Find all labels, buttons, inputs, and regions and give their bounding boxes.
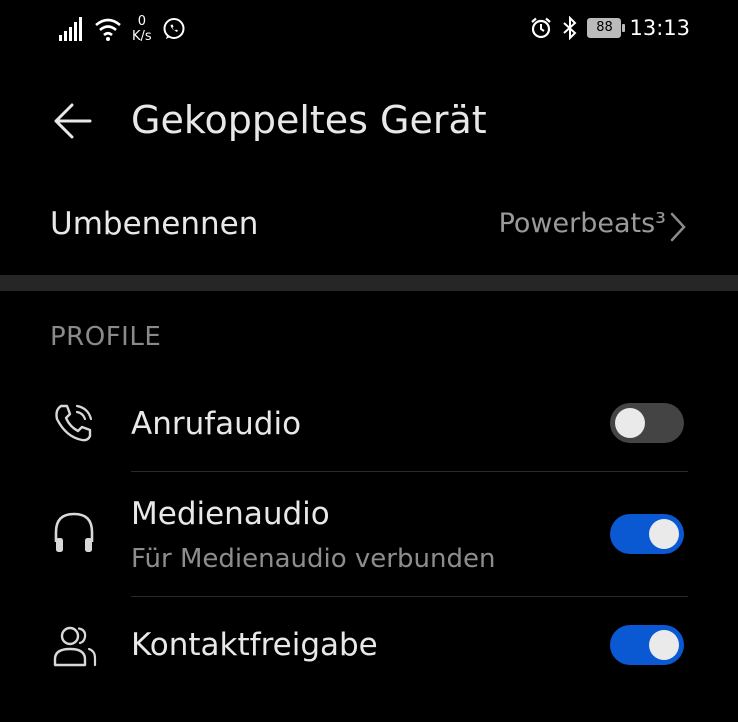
- profile-label: Kontaktfreigabe: [131, 627, 378, 663]
- back-button[interactable]: [50, 100, 96, 142]
- net-speed-unit: K/s: [132, 29, 152, 44]
- toggle-medienaudio[interactable]: [610, 514, 684, 554]
- contacts-icon: [53, 626, 97, 667]
- toggle-knob: [649, 519, 679, 549]
- device-name-value: Powerbeats³: [498, 208, 666, 239]
- profile-subtitle: Für Medienaudio verbunden: [131, 544, 496, 574]
- clock: 13:13: [629, 16, 690, 40]
- net-speed: 0 K/s: [132, 14, 152, 44]
- profile-label: Anrufaudio: [131, 406, 302, 442]
- phone-icon: [55, 404, 93, 442]
- profile-row-kontaktfreigabe: Kontaktfreigabe: [0, 597, 738, 697]
- net-speed-value: 0: [137, 14, 146, 29]
- status-bar-left: 0 K/s: [58, 14, 186, 44]
- arrow-left-icon: [54, 103, 92, 139]
- section-title-profile: PROFILE: [50, 322, 162, 352]
- rename-label: Umbenennen: [50, 206, 259, 242]
- toggle-kontaktfreigabe[interactable]: [610, 625, 684, 665]
- status-bar: 0 K/s 88 13:13: [0, 0, 738, 64]
- wifi-icon: [95, 18, 121, 41]
- battery-level: 88: [596, 20, 613, 35]
- toggle-anrufaudio[interactable]: [610, 403, 684, 443]
- status-bar-right: 88 13:13: [529, 16, 690, 40]
- toggle-knob: [649, 630, 679, 660]
- section-divider: [0, 275, 738, 291]
- app-bar: Gekoppeltes Gerät: [0, 86, 738, 156]
- signal-icon: [59, 17, 82, 41]
- headphones-icon: [54, 512, 94, 552]
- profile-row-medienaudio: Medienaudio Für Medienaudio verbunden: [0, 472, 738, 596]
- battery-icon: 88: [587, 18, 626, 38]
- rename-row[interactable]: Umbenennen Powerbeats³: [0, 192, 738, 264]
- bluetooth-icon: [563, 16, 577, 40]
- toggle-knob: [615, 408, 645, 438]
- whatsapp-icon: [163, 18, 185, 39]
- alarm-icon: [531, 17, 552, 39]
- chevron-right-icon: [670, 212, 686, 242]
- profile-label: Medienaudio: [131, 496, 330, 532]
- profile-row-anrufaudio: Anrufaudio: [0, 390, 738, 470]
- page-title: Gekoppeltes Gerät: [131, 98, 487, 142]
